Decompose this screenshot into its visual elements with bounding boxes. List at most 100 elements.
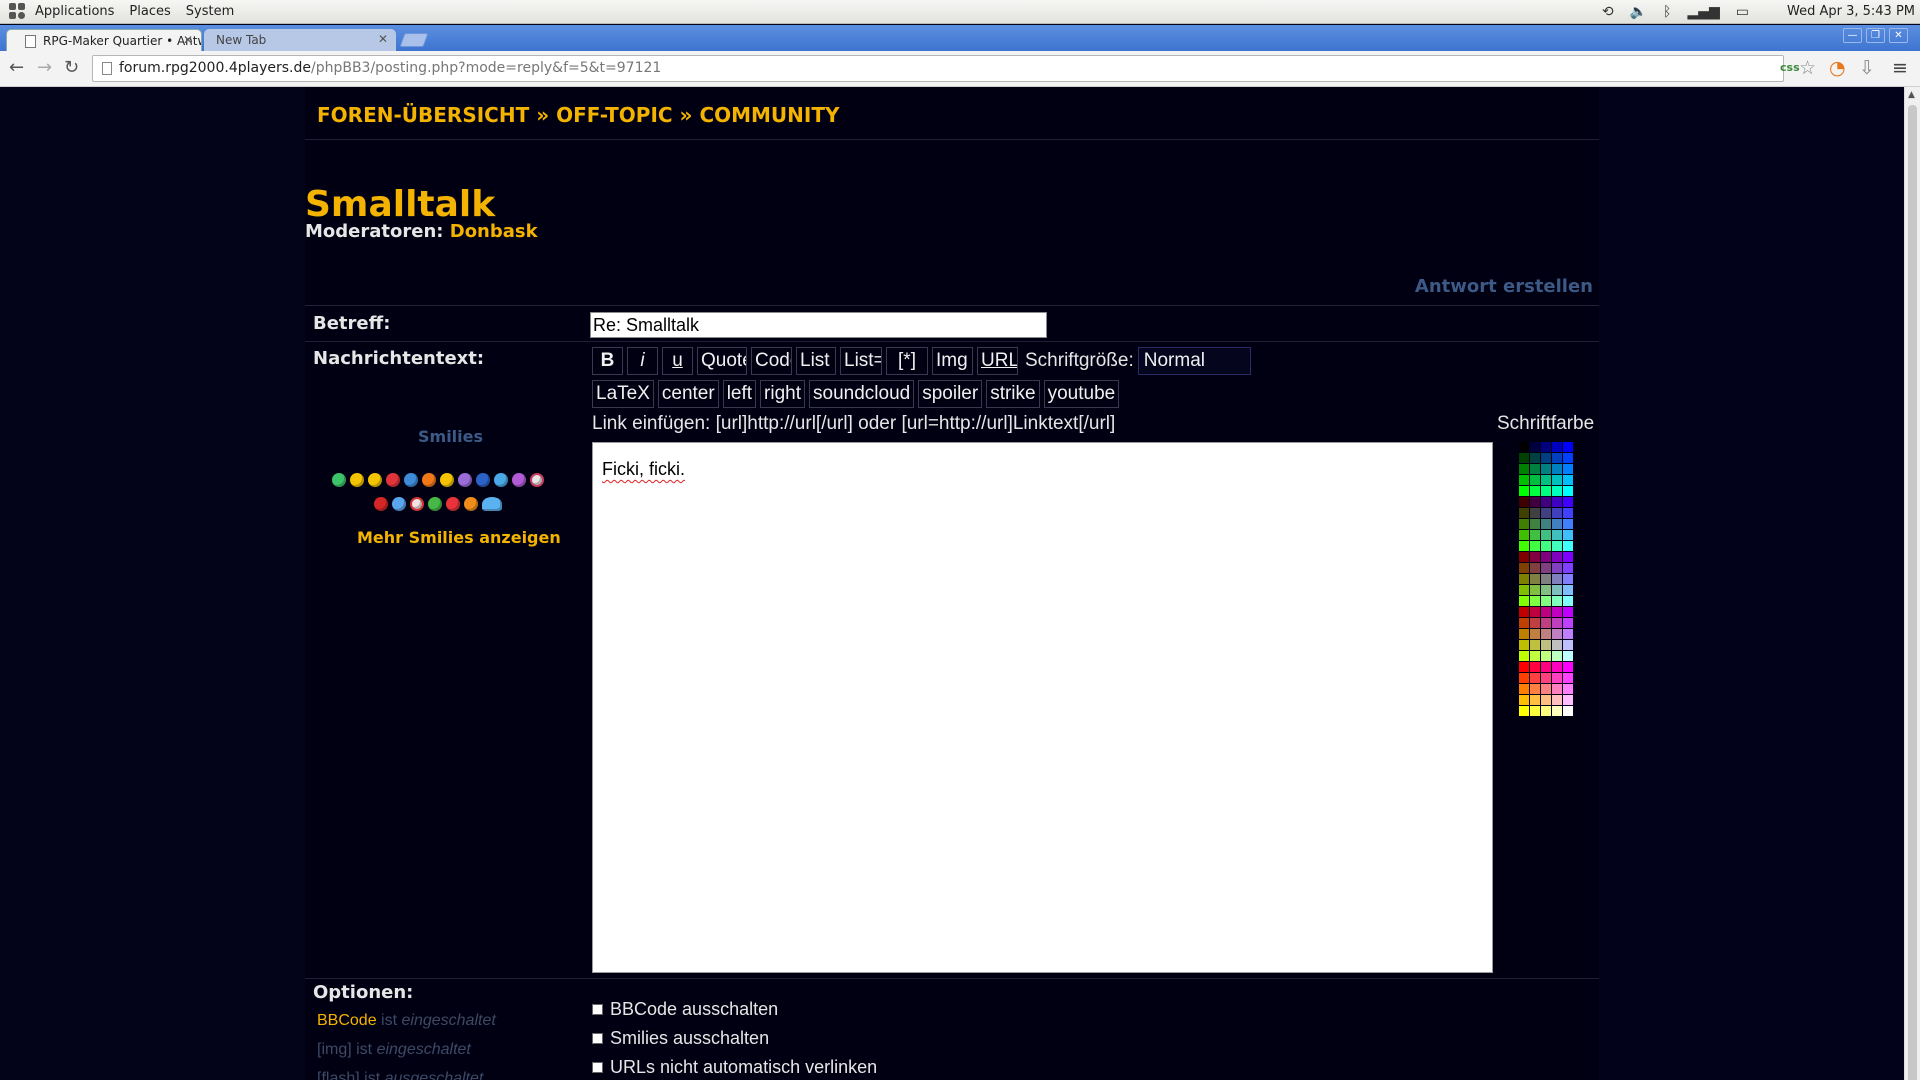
palette-swatch[interactable] [1530,662,1540,672]
palette-swatch[interactable] [1530,673,1540,683]
palette-swatch[interactable] [1563,442,1573,452]
smiley-smile-icon[interactable] [349,472,364,487]
back-arrow-icon[interactable]: ← [9,57,24,78]
palette-swatch[interactable] [1552,508,1562,518]
center-button[interactable]: center [657,380,719,408]
palette-swatch[interactable] [1552,453,1562,463]
list-button[interactable]: List [796,347,836,375]
css-extension-icon[interactable]: css [1780,61,1800,74]
menu-icon[interactable]: ≡ [1892,57,1908,79]
palette-swatch[interactable] [1530,618,1540,628]
palette-swatch[interactable] [1563,486,1573,496]
palette-swatch[interactable] [1563,574,1573,584]
palette-swatch[interactable] [1541,519,1551,529]
scrollbar[interactable]: ▲ [1904,87,1920,1080]
youtube-button[interactable]: youtube [1043,380,1120,408]
strike-button[interactable]: strike [986,380,1040,408]
palette-swatch[interactable] [1519,662,1529,672]
palette-swatch[interactable] [1541,640,1551,650]
palette-swatch[interactable] [1552,585,1562,595]
palette-swatch[interactable] [1552,640,1562,650]
smiley-neutral-icon[interactable] [493,472,508,487]
list-ordered-button[interactable]: List= [840,347,882,375]
spoiler-button[interactable]: spoiler [918,380,983,408]
palette-swatch[interactable] [1519,695,1529,705]
bbcode-status-link[interactable]: BBCode [317,1012,377,1029]
checkbox-box[interactable] [592,1033,603,1044]
palette-swatch[interactable] [1541,574,1551,584]
palette-swatch[interactable] [1541,706,1551,716]
palette-swatch[interactable] [1519,464,1529,474]
palette-swatch[interactable] [1541,618,1551,628]
palette-swatch[interactable] [1563,651,1573,661]
more-smilies-link[interactable]: Mehr Smilies anzeigen [357,528,561,547]
smiley-happy-icon[interactable] [439,472,454,487]
tab-rpg-maker-quartier[interactable]: RPG-Maker Quartier • Antw ✕ [6,29,202,51]
palette-swatch[interactable] [1563,640,1573,650]
palette-swatch[interactable] [1519,596,1529,606]
palette-swatch[interactable] [1530,508,1540,518]
palette-swatch[interactable] [1552,464,1562,474]
palette-swatch[interactable] [1530,651,1540,661]
disable-magic-url-checkbox[interactable]: URLs nicht automatisch verlinken [592,1057,877,1078]
palette-swatch[interactable] [1519,585,1529,595]
palette-swatch[interactable] [1530,530,1540,540]
reload-icon[interactable]: ↻ [64,57,79,78]
clock[interactable]: Wed Apr 3, 5:43 PM [1787,4,1915,19]
menu-applications[interactable]: Applications [35,4,114,19]
palette-swatch[interactable] [1563,596,1573,606]
palette-swatch[interactable] [1530,684,1540,694]
smiley-wink-icon[interactable] [367,472,382,487]
palette-swatch[interactable] [1541,530,1551,540]
palette-swatch[interactable] [1519,453,1529,463]
page-title[interactable]: Smalltalk [305,184,495,225]
palette-swatch[interactable] [1563,508,1573,518]
palette-swatch[interactable] [1519,475,1529,485]
smiley-confused-icon[interactable] [511,472,526,487]
disable-smilies-checkbox[interactable]: Smilies ausschalten [592,1028,769,1049]
palette-swatch[interactable] [1519,442,1529,452]
palette-swatch[interactable] [1541,629,1551,639]
palette-swatch[interactable] [1552,695,1562,705]
menu-system[interactable]: System [186,4,234,19]
palette-swatch[interactable] [1519,519,1529,529]
palette-swatch[interactable] [1519,640,1529,650]
palette-swatch[interactable] [1530,695,1540,705]
palette-swatch[interactable] [1552,651,1562,661]
smiley-cool-icon[interactable] [403,472,418,487]
checkbox-box[interactable] [592,1004,603,1015]
sync-icon[interactable]: ⟲ [1602,4,1614,20]
quote-button[interactable]: Quote [697,347,747,375]
palette-swatch[interactable] [1530,453,1540,463]
tab-new-tab[interactable]: New Tab ✕ [204,29,396,51]
palette-swatch[interactable] [1563,519,1573,529]
breadcrumb-off-topic[interactable]: OFF-TOPIC [556,103,673,127]
palette-swatch[interactable] [1552,541,1562,551]
palette-swatch[interactable] [1541,552,1551,562]
palette-swatch[interactable] [1563,695,1573,705]
smiley-rolleyes-icon[interactable] [481,496,502,511]
smiley-sad-icon[interactable] [475,472,490,487]
palette-swatch[interactable] [1563,530,1573,540]
palette-swatch[interactable] [1530,706,1540,716]
palette-swatch[interactable] [1530,574,1540,584]
palette-swatch[interactable] [1541,673,1551,683]
message-textarea[interactable]: Ficki, ficki. [592,442,1493,973]
palette-swatch[interactable] [1530,486,1540,496]
palette-swatch[interactable] [1552,475,1562,485]
minimize-icon[interactable]: — [1843,28,1862,43]
color-palette[interactable] [1517,442,1576,718]
palette-swatch[interactable] [1541,563,1551,573]
palette-swatch[interactable] [1552,574,1562,584]
restore-icon[interactable]: ❐ [1866,28,1885,43]
palette-swatch[interactable] [1530,464,1540,474]
checkbox-box[interactable] [592,1062,603,1073]
palette-swatch[interactable] [1563,453,1573,463]
palette-swatch[interactable] [1563,662,1573,672]
palette-swatch[interactable] [1552,530,1562,540]
close-icon[interactable]: ✕ [378,32,388,46]
palette-swatch[interactable] [1519,530,1529,540]
disable-bbcode-checkbox[interactable]: BBCode ausschalten [592,999,778,1020]
palette-swatch[interactable] [1552,629,1562,639]
palette-swatch[interactable] [1530,607,1540,617]
